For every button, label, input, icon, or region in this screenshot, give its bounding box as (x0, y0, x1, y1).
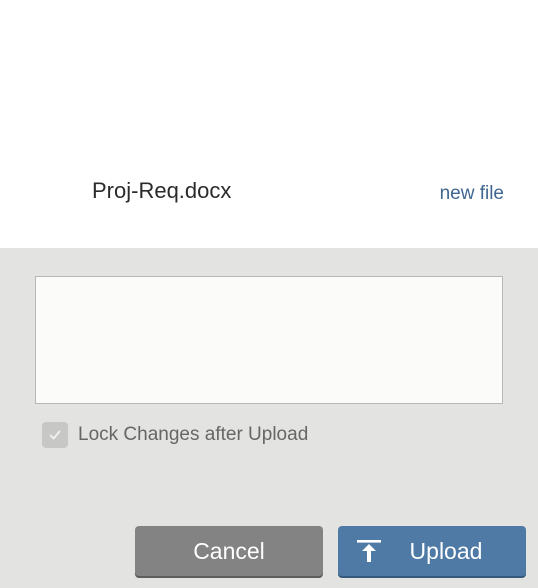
upload-button[interactable]: Upload (338, 526, 526, 576)
cancel-button-label: Cancel (193, 537, 265, 564)
file-name: Proj-Req.docx (92, 178, 232, 203)
new-file-link[interactable]: new file (440, 183, 504, 205)
comment-textarea[interactable] (35, 276, 503, 404)
lock-changes-checkbox[interactable] (42, 422, 68, 448)
upload-button-label: Upload (409, 537, 483, 564)
upload-arrow-icon (357, 540, 381, 562)
lock-changes-option[interactable]: Lock Changes after Upload (42, 422, 308, 448)
lock-changes-label: Lock Changes after Upload (78, 424, 309, 445)
upload-panel: Lock Changes after Upload Cancel Upload (0, 248, 538, 588)
file-header: Proj-Req.docx new file (0, 0, 538, 248)
cancel-button[interactable]: Cancel (135, 526, 323, 576)
checkmark-icon (49, 430, 61, 440)
